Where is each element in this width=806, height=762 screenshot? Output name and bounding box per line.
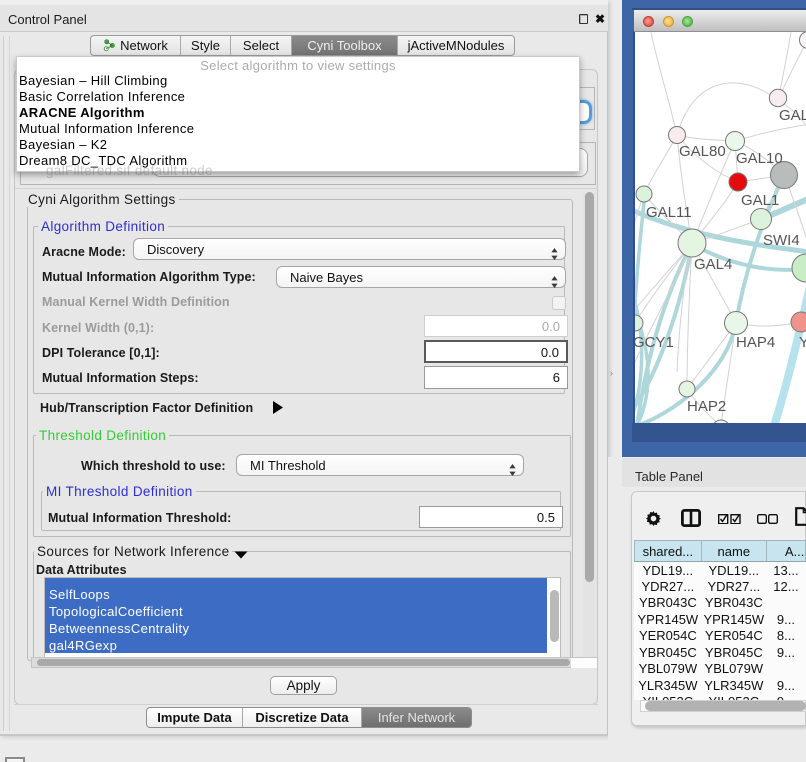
svg-text:GAL80: GAL80 [679, 143, 726, 160]
svg-text:GAL1: GAL1 [741, 192, 779, 209]
svg-text:GAL10: GAL10 [736, 150, 783, 167]
svg-text:GAL4: GAL4 [694, 256, 732, 273]
svg-text:Y: Y [799, 334, 806, 351]
svg-text:GAL11: GAL11 [646, 204, 692, 221]
svg-text:HAP2: HAP2 [687, 398, 726, 415]
svg-text:HAP4: HAP4 [736, 334, 775, 351]
svg-text:SWI4: SWI4 [763, 232, 800, 249]
svg-text:GAL7: GAL7 [779, 107, 806, 124]
svg-text:GCY1: GCY1 [635, 334, 674, 351]
